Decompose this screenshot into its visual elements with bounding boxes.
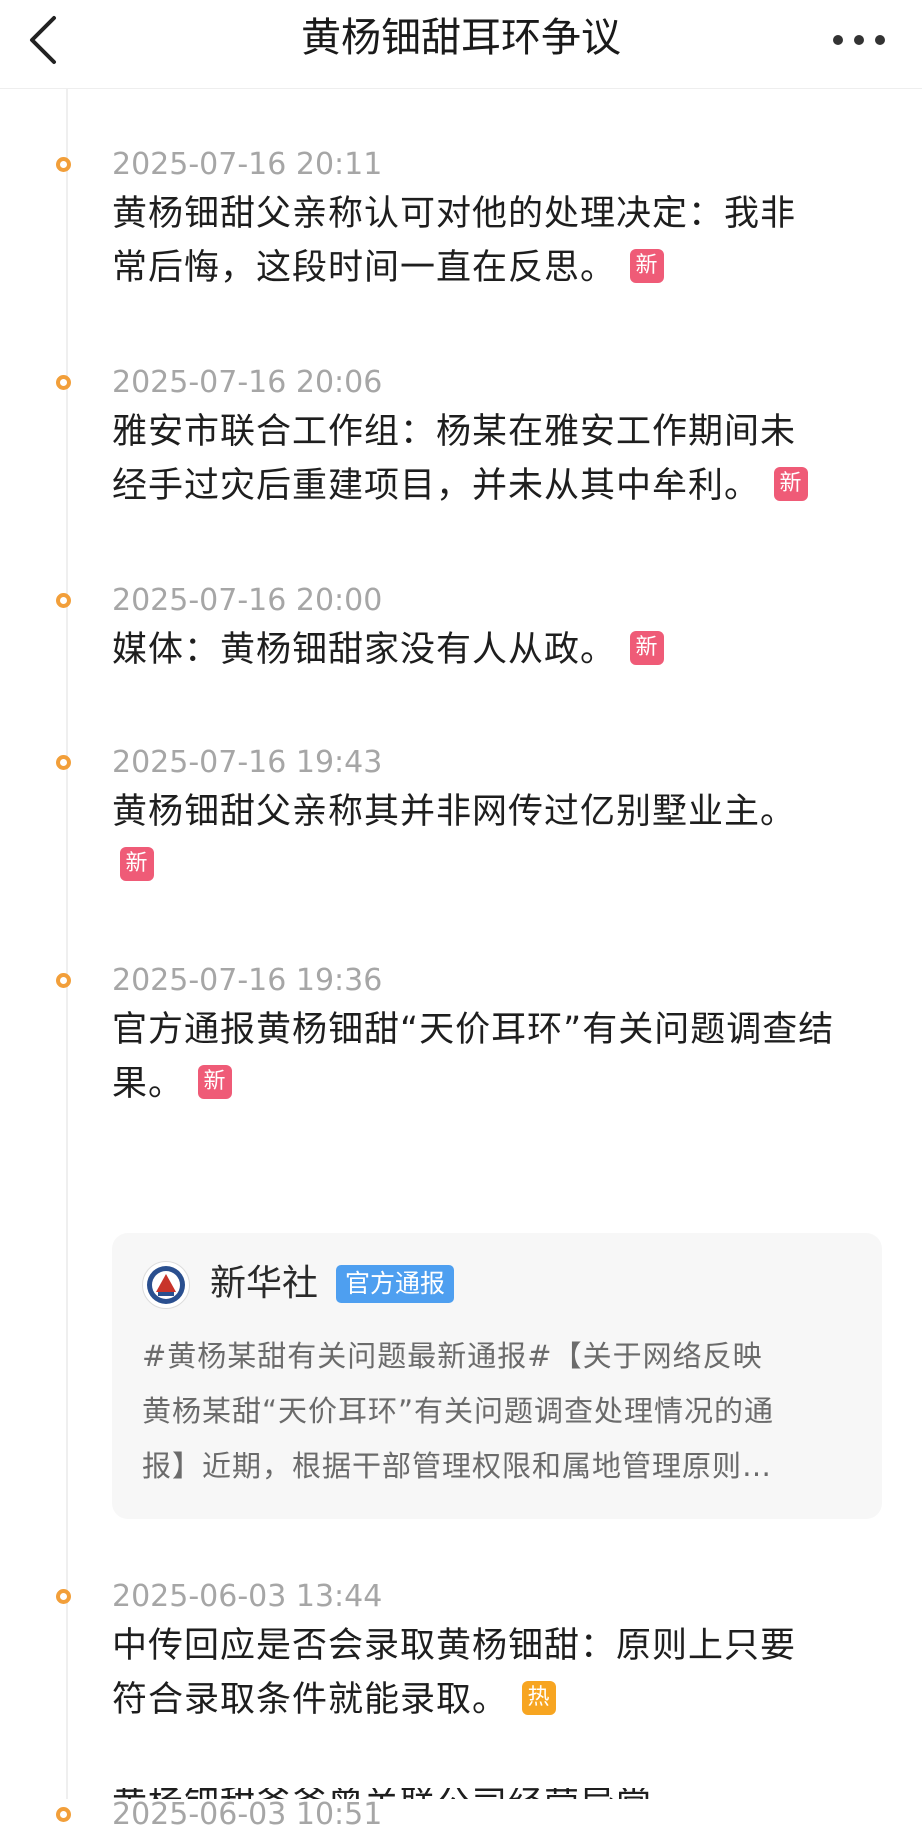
more-button[interactable] [824, 14, 894, 64]
new-badge: 新 [120, 847, 154, 881]
timeline-dot [56, 973, 71, 988]
event-headline[interactable]: 黄杨钿甜父亲称其并非网传过亿别墅业主。 新 [112, 785, 892, 893]
event-headline[interactable]: 黄杨钿甜爸爸曾关联公司经营异常 [112, 1788, 892, 1799]
event-timestamp: 2025-07-16 19:36 [112, 963, 383, 998]
event-headline[interactable]: 官方通报黄杨钿甜“天价耳环”有关问题调查结 果。新 [112, 1003, 892, 1111]
event-timestamp: 2025-06-03 10:51 [112, 1797, 383, 1832]
event-timestamp: 2025-07-16 20:11 [112, 147, 383, 182]
headline-line: 黄杨钿甜父亲称认可对他的处理决定：我非 [112, 194, 797, 234]
headline-line: 果。 [112, 1064, 185, 1104]
hot-badge: 热 [522, 1681, 557, 1715]
event-headline[interactable]: 媒体：黄杨钿甜家没有人从政。新 [112, 623, 892, 677]
xinhua-logo-icon [144, 1263, 188, 1307]
event-headline[interactable]: 雅安市联合工作组：杨某在雅安工作期间未 经手过灾后重建项目，并未从其中牟利。新 [112, 405, 892, 513]
event-headline[interactable]: 黄杨钿甜父亲称认可对他的处理决定：我非 常后悔，这段时间一直在反思。新 [112, 187, 892, 295]
timeline-dot [56, 755, 71, 770]
event-timestamp: 2025-06-03 13:44 [112, 1579, 383, 1614]
source-avatar [142, 1261, 190, 1309]
timeline-dot [56, 1589, 71, 1604]
timeline-dot [56, 157, 71, 172]
headline-line: 中传回应是否会录取黄杨钿甜：原则上只要 [112, 1626, 797, 1666]
headline-line: 黄杨钿甜爸爸曾关联公司经营异常 [112, 1788, 652, 1799]
event-timestamp: 2025-07-16 19:43 [112, 745, 383, 780]
excerpt-line: 黄杨某甜“天价耳环”有关问题调查处理情况的通 [142, 1394, 775, 1428]
headline-line: 官方通报黄杨钿甜“天价耳环”有关问题调查结 [112, 1010, 835, 1050]
headline-line: 常后悔，这段时间一直在反思。 [112, 248, 617, 288]
timeline-dot [56, 375, 71, 390]
new-badge: 新 [198, 1065, 233, 1099]
top-bar: 黄杨钿甜耳环争议 [0, 0, 922, 89]
headline-line: 雅安市联合工作组：杨某在雅安工作期间未 [112, 412, 797, 452]
clipped-headline-wrapper: 黄杨钿甜爸爸曾关联公司经营异常 [112, 1788, 892, 1799]
more-dots-icon [833, 35, 885, 45]
headline-line: 黄杨钿甜父亲称其并非网传过亿别墅业主。 [112, 792, 797, 832]
new-badge: 新 [774, 467, 809, 501]
headline-line: 媒体：黄杨钿甜家没有人从政。 [112, 630, 617, 670]
source-name[interactable]: 新华社 [210, 1259, 318, 1309]
card-excerpt[interactable]: #黄杨某甜有关问题最新通报#【关于网络反映 黄杨某甜“天价耳环”有关问题调查处理… [142, 1329, 852, 1494]
headline-line: 经手过灾后重建项目，并未从其中牟利。 [112, 466, 761, 506]
event-headline[interactable]: 中传回应是否会录取黄杨钿甜：原则上只要 符合录取条件就能录取。热 [112, 1619, 892, 1727]
new-badge: 新 [630, 631, 665, 665]
source-card[interactable]: 新华社 官方通报 #黄杨某甜有关问题最新通报#【关于网络反映 黄杨某甜“天价耳环… [112, 1233, 882, 1519]
event-timestamp: 2025-07-16 20:00 [112, 583, 383, 618]
event-timestamp: 2025-07-16 20:06 [112, 365, 383, 400]
new-badge: 新 [630, 249, 665, 283]
page-title: 黄杨钿甜耳环争议 [301, 15, 621, 61]
official-tag: 官方通报 [336, 1265, 455, 1303]
headline-line: 符合录取条件就能录取。 [112, 1680, 509, 1720]
excerpt-line: #黄杨某甜有关问题最新通报#【关于网络反映 [142, 1339, 763, 1373]
timeline-line [66, 89, 68, 1799]
timeline-dot [56, 593, 71, 608]
excerpt-line: 报】近期，根据干部管理权限和属地管理原则… [142, 1449, 773, 1483]
timeline: 2025-07-16 20:11 黄杨钿甜父亲称认可对他的处理决定：我非 常后悔… [0, 89, 922, 1832]
timeline-dot [56, 1807, 71, 1822]
